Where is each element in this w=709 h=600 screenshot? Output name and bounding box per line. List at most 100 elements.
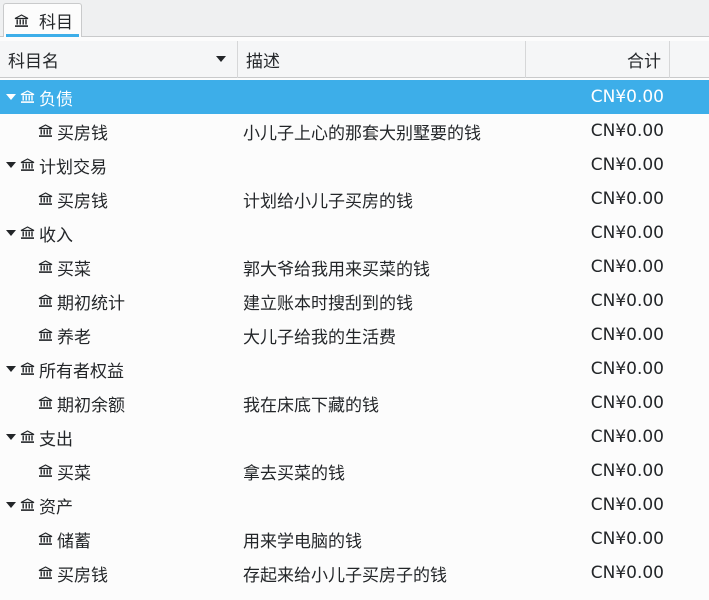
column-header-name-label: 科目名: [8, 52, 59, 72]
tab-label: 科目: [39, 13, 73, 33]
account-total: CN¥0.00: [590, 359, 664, 379]
bank-icon: [38, 566, 53, 579]
account-total: CN¥0.00: [590, 563, 664, 583]
bank-icon: [38, 464, 53, 477]
bank-icon: [20, 226, 35, 239]
account-total: CN¥0.00: [590, 223, 664, 243]
account-row-assets[interactable]: 资产 CN¥0.00: [0, 488, 709, 522]
account-total: CN¥0.00: [590, 87, 664, 107]
active-tab-indicator: [6, 34, 79, 37]
name-cell: 期初统计: [0, 284, 125, 318]
bank-icon: [20, 430, 35, 443]
column-header-name[interactable]: 科目名: [0, 41, 238, 78]
bank-icon: [38, 328, 53, 341]
account-description: 建立账本时搜刮到的钱: [243, 293, 413, 314]
account-total: CN¥0.00: [590, 393, 664, 413]
name-cell: 期初余额: [0, 386, 125, 420]
account-row-income-pension[interactable]: 养老 大儿子给我的生活费 CN¥0.00: [0, 318, 709, 352]
account-description: 小儿子上心的那套大别墅要的钱: [243, 123, 481, 144]
name-cell: 买房钱: [0, 114, 108, 148]
account-name: 买房钱: [57, 565, 108, 586]
name-cell: 买菜: [0, 250, 91, 284]
expand-arrow-icon[interactable]: [6, 162, 16, 168]
account-name: 负债: [39, 89, 73, 110]
name-cell: 买菜: [0, 454, 91, 488]
name-cell: 买房钱: [0, 182, 108, 216]
account-name: 支出: [39, 429, 73, 450]
account-total: CN¥0.00: [590, 155, 664, 175]
account-row-income[interactable]: 收入 CN¥0.00: [0, 216, 709, 250]
expand-arrow-icon[interactable]: [6, 94, 16, 100]
account-name: 买房钱: [57, 123, 108, 144]
column-header-total-label: 合计: [627, 52, 661, 72]
account-row-liabilities[interactable]: 负债 CN¥0.00: [0, 80, 709, 114]
expand-arrow-icon[interactable]: [6, 502, 16, 508]
expand-arrow-icon[interactable]: [6, 366, 16, 372]
account-name: 买菜: [57, 463, 91, 484]
account-row-expenses[interactable]: 支出 CN¥0.00: [0, 420, 709, 454]
account-name: 资产: [39, 497, 73, 518]
account-total: CN¥0.00: [590, 121, 664, 141]
bank-icon: [20, 362, 35, 375]
tab-accounts[interactable]: 科目: [3, 3, 82, 37]
account-description: 拿去买菜的钱: [243, 463, 345, 484]
account-row-liabilities-house[interactable]: 买房钱 小儿子上心的那套大别墅要的钱 CN¥0.00: [0, 114, 709, 148]
bank-icon: [38, 192, 53, 205]
account-row-planned[interactable]: 计划交易 CN¥0.00: [0, 148, 709, 182]
name-cell: 负债: [0, 80, 73, 114]
account-name: 计划交易: [39, 157, 107, 178]
account-name: 期初统计: [57, 293, 125, 314]
expand-arrow-icon[interactable]: [6, 434, 16, 440]
account-row-income-groceries[interactable]: 买菜 郭大爷给我用来买菜的钱 CN¥0.00: [0, 250, 709, 284]
bank-icon: [20, 90, 35, 103]
account-row-equity[interactable]: 所有者权益 CN¥0.00: [0, 352, 709, 386]
sort-indicator-icon: [216, 56, 226, 62]
account-row-assets-house[interactable]: 买房钱 存起来给小儿子买房子的钱 CN¥0.00: [0, 556, 709, 590]
column-header-description-label: 描述: [246, 52, 280, 72]
account-name: 养老: [57, 327, 91, 348]
account-total: CN¥0.00: [590, 291, 664, 311]
bank-icon: [38, 294, 53, 307]
account-row-expenses-groceries[interactable]: 买菜 拿去买菜的钱 CN¥0.00: [0, 454, 709, 488]
bank-icon: [38, 124, 53, 137]
account-total: CN¥0.00: [590, 529, 664, 549]
account-name: 所有者权益: [39, 361, 124, 382]
account-description: 用来学电脑的钱: [243, 531, 362, 552]
bank-icon: [20, 498, 35, 511]
account-name: 期初余额: [57, 395, 125, 416]
account-name: 收入: [39, 225, 73, 246]
account-total: CN¥0.00: [590, 257, 664, 277]
account-description: 郭大爷给我用来买菜的钱: [243, 259, 430, 280]
bank-icon: [14, 13, 29, 27]
account-row-planned-house[interactable]: 买房钱 计划给小儿子买房的钱 CN¥0.00: [0, 182, 709, 216]
account-total: CN¥0.00: [590, 461, 664, 481]
column-header: 科目名 描述 合计: [0, 41, 709, 78]
account-row-assets-savings[interactable]: 储蓄 用来学电脑的钱 CN¥0.00: [0, 522, 709, 556]
bank-icon: [38, 396, 53, 409]
name-cell: 资产: [0, 488, 73, 522]
account-description: 计划给小儿子买房的钱: [243, 191, 413, 212]
name-cell: 买房钱: [0, 556, 108, 590]
account-name: 买菜: [57, 259, 91, 280]
account-tree: 负债 CN¥0.00 买房钱 小儿子上心的那套大别墅要的钱 CN¥0.00 计划…: [0, 80, 709, 590]
account-row-income-opening[interactable]: 期初统计 建立账本时搜刮到的钱 CN¥0.00: [0, 284, 709, 318]
account-description: 存起来给小儿子买房子的钱: [243, 565, 447, 586]
name-cell: 计划交易: [0, 148, 107, 182]
column-header-description[interactable]: 描述: [238, 41, 526, 78]
account-total: CN¥0.00: [590, 189, 664, 209]
expand-arrow-icon[interactable]: [6, 230, 16, 236]
account-name: 买房钱: [57, 191, 108, 212]
name-cell: 养老: [0, 318, 91, 352]
account-row-equity-opening[interactable]: 期初余额 我在床底下藏的钱 CN¥0.00: [0, 386, 709, 420]
name-cell: 所有者权益: [0, 352, 124, 386]
account-total: CN¥0.00: [590, 325, 664, 345]
column-header-total[interactable]: 合计: [526, 41, 670, 78]
bank-icon: [38, 532, 53, 545]
tab-bar: 科目: [0, 0, 709, 37]
name-cell: 支出: [0, 420, 73, 454]
account-name: 储蓄: [57, 531, 91, 552]
account-total: CN¥0.00: [590, 427, 664, 447]
bank-icon: [20, 158, 35, 171]
bank-icon: [38, 260, 53, 273]
name-cell: 储蓄: [0, 522, 91, 556]
